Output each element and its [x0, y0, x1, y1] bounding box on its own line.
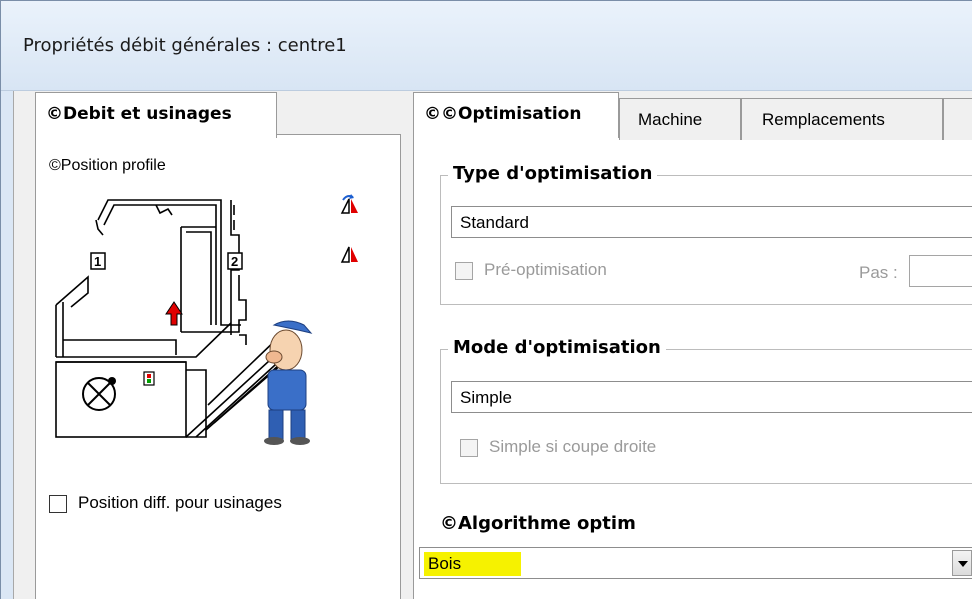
position-profile-label: ©Position profile [49, 157, 166, 174]
simple-coupe-droite-label: Simple si coupe droite [489, 437, 657, 456]
type-optimisation-combo[interactable]: Standard [451, 206, 972, 238]
tab-remplacements[interactable]: Remplacements [741, 98, 943, 140]
machine-diagram: 1 2 [55, 199, 313, 445]
tab-machine[interactable]: Machine [619, 98, 741, 140]
arrow-up-icon [165, 301, 183, 326]
tab-remplacements-label: Remplacements [762, 110, 885, 129]
mode-optimisation-title: Mode d'optimisation [448, 337, 666, 358]
tab-debit-usinages[interactable]: ©Debit et usinages [35, 92, 277, 138]
optimisation-panel: Type d'optimisation Standard Pré-optimis… [413, 134, 972, 599]
stop-circle-icon [82, 377, 116, 411]
position-diff-checkbox[interactable] [49, 495, 67, 513]
worker-illustration [264, 320, 313, 445]
tab-optimisation[interactable]: ©©Optimisation [413, 92, 619, 138]
window-title: Propriétés débit générales : centre1 [23, 35, 347, 56]
tab-debit-usinages-label: ©Debit et usinages [46, 104, 232, 124]
pas-input[interactable] [909, 255, 972, 287]
position-diff-label: Position diff. pour usinages [78, 493, 282, 512]
diagram-label-2: 2 [231, 254, 238, 269]
mode-optimisation-field[interactable]: Simple [451, 381, 972, 413]
simple-coupe-droite-checkbox[interactable] [460, 439, 478, 457]
type-optimisation-title: Type d'optimisation [448, 163, 658, 184]
algorithme-optim-title: ©Algorithme optim [440, 513, 636, 534]
flip-rotate-icon[interactable] [338, 193, 362, 217]
mode-optimisation-group [440, 349, 972, 484]
pas-label: Pas : [859, 263, 898, 282]
pre-optimisation-checkbox[interactable] [455, 262, 473, 280]
diagram-label-1: 1 [94, 254, 101, 269]
mode-optimisation-value: Simple [460, 388, 512, 407]
tab-more[interactable] [943, 98, 972, 140]
type-optimisation-value: Standard [460, 213, 529, 232]
algorithme-optim-combo[interactable]: Bois [419, 547, 972, 579]
mirror-triangle-icon[interactable] [338, 241, 362, 265]
title-bar: Propriétés débit générales : centre1 [1, 1, 972, 91]
algorithme-optim-value: Bois [424, 552, 522, 576]
tab-machine-label: Machine [638, 110, 703, 129]
type-optimisation-group [440, 175, 972, 305]
debit-usinages-panel: ©Position profile 1 2 Position diff. pou… [35, 134, 401, 599]
tab-optimisation-label: ©©Optimisation [424, 104, 582, 124]
pre-optimisation-label: Pré-optimisation [484, 260, 607, 279]
chevron-down-icon[interactable] [952, 550, 972, 576]
